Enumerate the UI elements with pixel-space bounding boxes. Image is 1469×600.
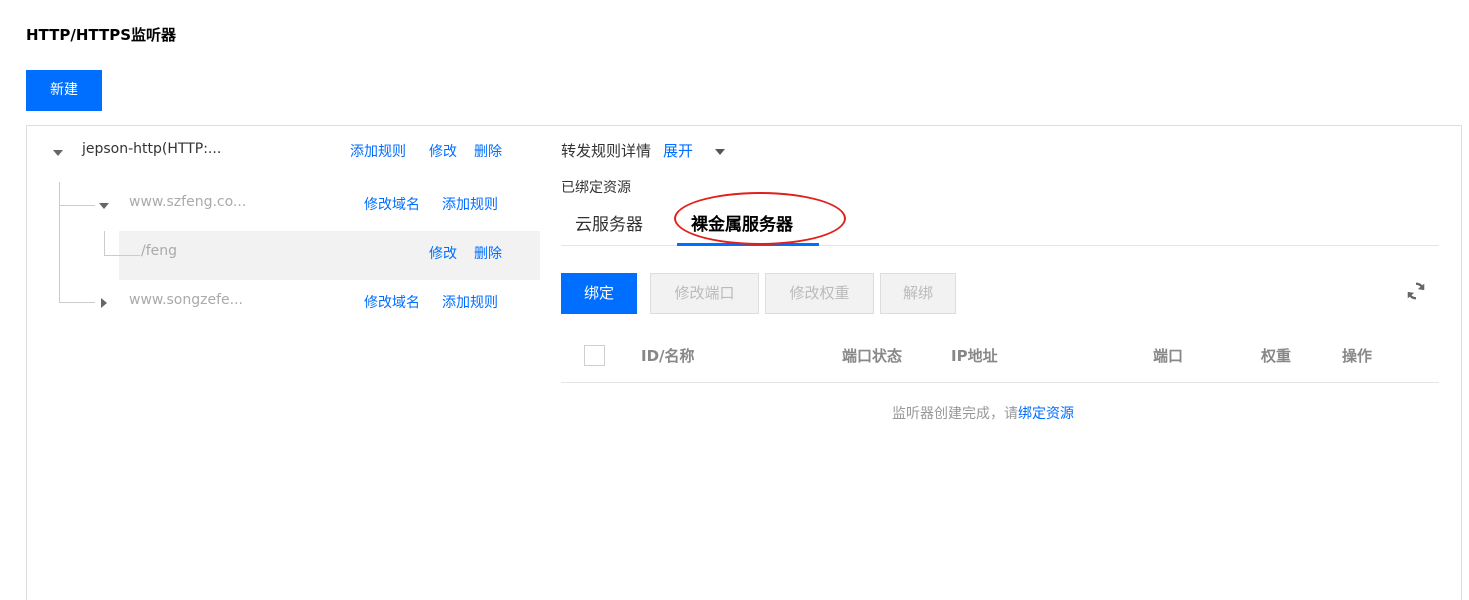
col-ip-address: IP地址 (951, 347, 998, 365)
tree-line (104, 255, 140, 256)
root-delete-link[interactable]: 删除 (474, 141, 502, 161)
expand-link[interactable]: 展开 (663, 140, 693, 161)
rule-label-feng[interactable]: /feng (141, 243, 177, 259)
refresh-icon[interactable] (1405, 280, 1427, 302)
root-modify-link[interactable]: 修改 (429, 141, 457, 161)
resource-tabs: 云服务器 裸金属服务器 (561, 192, 1439, 246)
col-weight: 权重 (1261, 347, 1292, 365)
tree-line (59, 205, 95, 206)
domain2-add-rule-link[interactable]: 添加规则 (442, 292, 498, 312)
empty-state-message: 监听器创建完成，请 (892, 406, 1018, 422)
bind-button[interactable]: 绑定 (561, 273, 637, 314)
new-button[interactable]: 新建 (26, 70, 102, 111)
table-header: ID/名称 端口状态 IP地址 端口 权重 操作 (561, 332, 1439, 383)
col-actions: 操作 (1342, 347, 1373, 365)
page-title: HTTP/HTTPS监听器 (26, 26, 176, 44)
domain2-modify-domain-link[interactable]: 修改域名 (364, 292, 420, 312)
col-id-name: ID/名称 (641, 347, 695, 365)
bind-resource-link[interactable]: 绑定资源 (1018, 406, 1074, 422)
empty-state: 监听器创建完成，请绑定资源 (892, 403, 1074, 423)
annotation-ellipse (674, 192, 846, 245)
domain-label-szfeng[interactable]: www.szfeng.co... (129, 194, 246, 210)
modify-port-button[interactable]: 修改端口 (650, 273, 759, 314)
modify-weight-button[interactable]: 修改权重 (765, 273, 874, 314)
tree-line (59, 302, 95, 303)
chevron-down-icon[interactable] (715, 149, 725, 155)
tree-line (104, 231, 105, 255)
caret-down-icon[interactable] (53, 150, 63, 156)
domain1-modify-domain-link[interactable]: 修改域名 (364, 194, 420, 214)
caret-down-icon[interactable] (99, 203, 109, 209)
domain-label-songzefe[interactable]: www.songzefe... (129, 292, 243, 308)
tree-root-label[interactable]: jepson-http(HTTP:... (82, 141, 221, 157)
col-port-status: 端口状态 (842, 347, 903, 365)
col-port: 端口 (1153, 347, 1184, 365)
bound-resources-label: 已绑定资源 (561, 180, 631, 196)
rule-delete-link[interactable]: 删除 (474, 243, 502, 263)
tree-line (59, 182, 60, 302)
caret-right-icon[interactable] (101, 298, 107, 308)
listener-panel: jepson-http(HTTP:... 添加规则 修改 删除 www.szfe… (26, 125, 1462, 600)
tab-cloud-server[interactable]: 云服务器 (575, 210, 643, 235)
select-all-checkbox[interactable] (584, 345, 605, 366)
domain1-add-rule-link[interactable]: 添加规则 (442, 194, 498, 214)
root-add-rule-link[interactable]: 添加规则 (350, 141, 406, 161)
rule-details-label: 转发规则详情 (561, 142, 652, 160)
rule-modify-link[interactable]: 修改 (429, 243, 457, 263)
unbind-button[interactable]: 解绑 (880, 273, 956, 314)
